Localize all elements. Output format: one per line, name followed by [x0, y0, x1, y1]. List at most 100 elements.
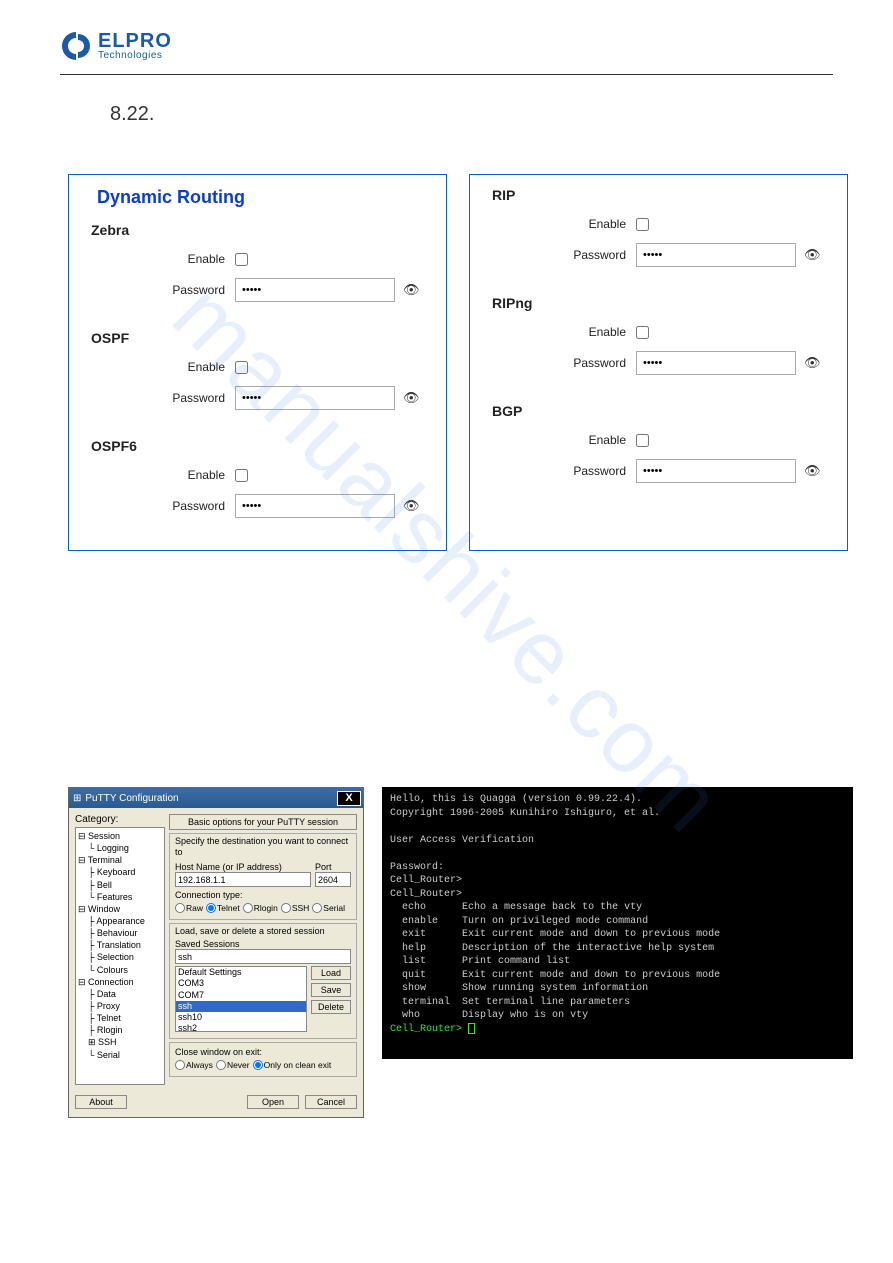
radio-rlogin[interactable]: Rlogin	[243, 903, 278, 913]
terminal-prompt: Cell_Router>	[390, 875, 462, 886]
category-label: Category:	[75, 814, 165, 825]
eye-icon[interactable]: 👁	[403, 390, 420, 406]
logo-icon	[60, 30, 92, 62]
enable-checkbox[interactable]	[636, 218, 649, 231]
panel-left: Dynamic Routing Zebra Enable Password 👁 …	[68, 174, 447, 551]
radio-always[interactable]: Always	[175, 1060, 213, 1070]
close-on-exit-section: Close window on exit: Always Never Only …	[169, 1042, 357, 1077]
header: ELPRO Technologies	[0, 0, 893, 85]
radio-serial[interactable]: Serial	[312, 903, 345, 913]
cancel-button[interactable]: Cancel	[305, 1095, 357, 1109]
enable-label: Enable	[486, 433, 636, 447]
radio-clean[interactable]: Only on clean exit	[253, 1060, 332, 1070]
save-button[interactable]: Save	[311, 983, 351, 997]
putty-banner: Basic options for your PuTTY session	[169, 814, 357, 830]
enable-label: Enable	[85, 360, 235, 374]
eye-icon[interactable]: 👁	[804, 247, 821, 263]
logo-line1: ELPRO	[98, 31, 172, 51]
password-label: Password	[85, 283, 235, 297]
load-button[interactable]: Load	[311, 966, 351, 980]
logo: ELPRO Technologies	[60, 30, 833, 62]
terminal-window: Hello, this is Quagga (version 0.99.22.4…	[382, 787, 853, 1059]
password-label: Password	[85, 391, 235, 405]
header-divider	[60, 74, 833, 75]
list-item[interactable]: ssh2	[176, 1023, 306, 1032]
radio-ssh[interactable]: SSH	[281, 903, 309, 913]
about-button[interactable]: About	[75, 1095, 127, 1109]
list-item[interactable]: ssh10	[176, 1012, 306, 1023]
terminal-line: Hello, this is Quagga (version 0.99.22.4…	[390, 794, 642, 805]
radio-raw[interactable]: Raw	[175, 903, 203, 913]
list-item[interactable]: ssh	[176, 1001, 306, 1012]
password-input[interactable]	[235, 278, 395, 302]
putty-title: PuTTY Configuration	[85, 793, 178, 804]
cursor-icon	[468, 1023, 475, 1034]
port-input[interactable]	[315, 872, 351, 887]
list-item[interactable]: COM7	[176, 990, 306, 1001]
password-label: Password	[486, 248, 636, 262]
saved-session-input[interactable]	[175, 949, 351, 964]
terminal-prompt: Cell_Router>	[390, 889, 462, 900]
radio-telnet[interactable]: Telnet	[206, 903, 240, 913]
putty-icon: ⊞	[73, 793, 81, 804]
password-label: Password	[486, 356, 636, 370]
eye-icon[interactable]: 👁	[403, 282, 420, 298]
saved-session-list[interactable]: Default Settings COM3 COM7 ssh ssh10 ssh…	[175, 966, 307, 1032]
enable-label: Enable	[486, 217, 636, 231]
enable-label: Enable	[85, 252, 235, 266]
protocol-bgp: BGP Enable Password 👁	[486, 403, 831, 483]
password-label: Password	[486, 464, 636, 478]
panel-right: RIP Enable Password 👁 RIPng Enable Passw…	[469, 174, 848, 551]
putty-titlebar: ⊞ PuTTY Configuration X	[69, 788, 363, 808]
terminal-line: User Access Verification	[390, 835, 534, 846]
enable-checkbox[interactable]	[235, 253, 248, 266]
enable-checkbox[interactable]	[235, 469, 248, 482]
terminal-prompt: Cell_Router>	[390, 1024, 462, 1035]
protocol-zebra: Zebra Enable Password 👁	[85, 222, 430, 302]
protocol-name: OSPF6	[91, 438, 430, 454]
delete-button[interactable]: Delete	[311, 1000, 351, 1014]
terminal-line: Password:	[390, 862, 444, 873]
port-label: Port	[315, 862, 351, 872]
host-label: Host Name (or IP address)	[175, 862, 311, 872]
eye-icon[interactable]: 👁	[804, 355, 821, 371]
protocol-name: BGP	[492, 403, 831, 419]
enable-checkbox[interactable]	[235, 361, 248, 374]
protocol-name: OSPF	[91, 330, 430, 346]
close-button[interactable]: X	[337, 791, 361, 806]
password-input[interactable]	[636, 351, 796, 375]
password-input[interactable]	[235, 494, 395, 518]
password-input[interactable]	[636, 243, 796, 267]
enable-label: Enable	[85, 468, 235, 482]
conn-type-label: Connection type:	[175, 890, 351, 900]
eye-icon[interactable]: 👁	[804, 463, 821, 479]
eye-icon[interactable]: 👁	[403, 498, 420, 514]
dest-label: Specify the destination you want to conn…	[175, 836, 348, 857]
saved-sessions-section: Load, save or delete a stored session Sa…	[169, 923, 357, 1039]
logo-line2: Technologies	[98, 51, 172, 61]
password-input[interactable]	[235, 386, 395, 410]
putty-window: ⊞ PuTTY Configuration X Category: ⊟ Sessi…	[68, 787, 364, 1118]
saved-section-label: Load, save or delete a stored session	[175, 926, 325, 936]
enable-label: Enable	[486, 325, 636, 339]
close-label: Close window on exit:	[175, 1047, 351, 1057]
protocol-name: RIP	[492, 187, 831, 203]
enable-checkbox[interactable]	[636, 326, 649, 339]
open-button[interactable]: Open	[247, 1095, 299, 1109]
password-input[interactable]	[636, 459, 796, 483]
protocol-name: Zebra	[91, 222, 430, 238]
list-item[interactable]: Default Settings	[176, 967, 306, 978]
host-input[interactable]	[175, 872, 311, 887]
enable-checkbox[interactable]	[636, 434, 649, 447]
section-number: 8.22.	[110, 103, 893, 126]
terminal-line: Copyright 1996-2005 Kunihiro Ishiguro, e…	[390, 808, 660, 819]
panel-title: Dynamic Routing	[97, 187, 430, 208]
list-item[interactable]: COM3	[176, 978, 306, 989]
protocol-name: RIPng	[492, 295, 831, 311]
radio-never[interactable]: Never	[216, 1060, 250, 1070]
destination-section: Specify the destination you want to conn…	[169, 833, 357, 920]
protocol-ripng: RIPng Enable Password 👁	[486, 295, 831, 375]
category-tree[interactable]: ⊟ Session └ Logging ⊟ Terminal ├ Keyboar…	[75, 827, 165, 1085]
protocol-ospf6: OSPF6 Enable Password 👁	[85, 438, 430, 518]
password-label: Password	[85, 499, 235, 513]
